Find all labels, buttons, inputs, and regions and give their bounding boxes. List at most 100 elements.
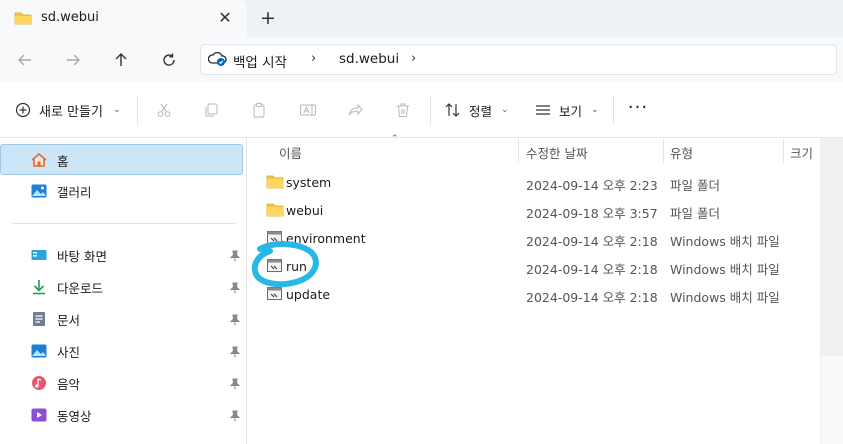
sort-icon (445, 103, 460, 117)
pin-icon[interactable] (229, 314, 241, 326)
pin-icon[interactable] (229, 250, 241, 262)
view-button[interactable]: 보기 ⌄ (534, 98, 599, 122)
arrow-right-icon (67, 54, 80, 66)
breadcrumb-backup[interactable]: 백업 시작 (233, 51, 287, 71)
sidebar-item-label: 갤러리 (57, 184, 92, 200)
file-date: 2024-09-14 오후 2:18 (526, 262, 658, 277)
divider (430, 95, 431, 125)
home-icon (31, 152, 47, 167)
chevron-down-icon: ⌄ (112, 105, 121, 115)
forward-button[interactable] (61, 48, 85, 72)
copy-button[interactable] (200, 99, 222, 121)
arrow-up-icon (115, 53, 127, 66)
refresh-icon (163, 53, 175, 66)
new-button-label: 새로 만들기 (39, 104, 103, 120)
tab-title: sd.webui (41, 10, 99, 25)
pin-icon[interactable] (229, 410, 241, 422)
sidebar-item-gallery[interactable]: 갤러리 (30, 180, 92, 202)
breadcrumb-sd-webui[interactable]: sd.webui (339, 51, 399, 67)
sidebar-item-videos[interactable]: 동영상 (30, 404, 92, 426)
pin-icon[interactable] (229, 378, 241, 390)
divider (137, 95, 138, 125)
view-list-icon (536, 105, 550, 115)
add-circle-icon (15, 102, 31, 118)
column-divider[interactable] (663, 139, 664, 163)
divider (12, 223, 236, 224)
divider (613, 95, 614, 125)
up-button[interactable] (109, 48, 133, 72)
rename-icon (300, 104, 316, 116)
share-button[interactable] (344, 99, 366, 121)
file-date: 2024-09-14 오후 2:23 (526, 178, 658, 193)
close-tab-button[interactable]: ✕ (216, 9, 234, 27)
documents-icon (33, 312, 45, 326)
download-icon (33, 280, 45, 295)
desktop-icon (31, 250, 47, 260)
back-button[interactable] (13, 48, 37, 72)
sidebar-item-label: 홈 (57, 153, 69, 169)
sidebar-item-documents[interactable]: 문서 (30, 308, 80, 330)
sidebar-item-downloads[interactable]: 다운로드 (30, 276, 103, 298)
videos-icon (31, 408, 47, 422)
chevron-down-icon: ⌄ (501, 105, 509, 115)
column-header-type[interactable]: 유형 (670, 143, 693, 162)
command-bar (0, 82, 843, 138)
folder-icon (266, 175, 284, 189)
more-options-button[interactable]: ··· (627, 99, 649, 121)
column-header-size[interactable]: 크기 (790, 143, 813, 162)
new-button[interactable]: 새로 만들기 ⌄ (15, 98, 120, 122)
sidebar-item-label: 문서 (57, 312, 81, 328)
column-header-name[interactable]: 이름 (279, 143, 302, 162)
breadcrumb-separator[interactable]: › (411, 51, 416, 66)
sort-button[interactable]: 정렬 ⌄ (444, 98, 509, 122)
new-tab-button[interactable]: + (258, 8, 278, 28)
delete-button[interactable] (392, 99, 414, 121)
file-date: 2024-09-14 오후 2:18 (526, 234, 658, 249)
file-date: 2024-09-14 오후 2:18 (526, 290, 658, 305)
sidebar-item-label: 사진 (57, 344, 81, 360)
sort-label: 정렬 (469, 103, 493, 119)
file-type: Windows 배치 파일 (670, 234, 780, 249)
share-icon (348, 103, 363, 116)
sidebar-item-home[interactable]: 홈 (30, 149, 69, 171)
view-label: 보기 (559, 103, 583, 119)
column-divider[interactable] (783, 139, 784, 163)
highlight-circle-annotation (251, 241, 319, 288)
pin-icon[interactable] (229, 282, 241, 294)
cut-button[interactable] (153, 99, 175, 121)
file-type: 파일 폴더 (670, 178, 720, 193)
tab-sd-webui[interactable] (0, 0, 247, 37)
sort-ascending-icon: ⌃ (391, 134, 399, 144)
music-icon (32, 376, 46, 390)
pin-icon[interactable] (229, 346, 241, 358)
file-type: Windows 배치 파일 (670, 262, 780, 277)
refresh-button[interactable] (157, 48, 181, 72)
file-name[interactable]: system (286, 175, 331, 190)
sidebar-item-pictures[interactable]: 사진 (30, 340, 80, 362)
trash-icon (397, 103, 409, 117)
address-bar[interactable] (200, 44, 837, 75)
sidebar-item-label: 동영상 (57, 408, 92, 424)
file-name[interactable]: webui (286, 203, 323, 218)
vertical-scrollbar[interactable] (820, 138, 843, 356)
paste-button[interactable] (248, 99, 270, 121)
scissors-icon (157, 103, 171, 117)
pictures-icon (31, 344, 47, 358)
breadcrumb-separator[interactable]: › (311, 51, 316, 66)
column-divider[interactable] (518, 139, 519, 163)
sidebar-item-music[interactable]: 음악 (30, 372, 80, 394)
file-type: 파일 폴더 (670, 206, 720, 221)
file-type: Windows 배치 파일 (670, 290, 780, 305)
gallery-icon (31, 184, 47, 198)
sidebar-item-label: 음악 (57, 376, 81, 392)
details-pane-edge (820, 356, 843, 444)
sidebar-item-desktop[interactable]: 바탕 화면 (30, 244, 107, 266)
onedrive-backup-icon (208, 51, 227, 66)
clipboard-icon (253, 103, 265, 118)
rename-button[interactable] (297, 99, 319, 121)
sidebar-item-label: 다운로드 (57, 280, 104, 296)
folder-icon (14, 12, 32, 25)
column-header-date[interactable]: 수정한 날짜 (526, 143, 587, 162)
arrow-left-icon (18, 54, 31, 66)
copy-icon (205, 103, 218, 117)
